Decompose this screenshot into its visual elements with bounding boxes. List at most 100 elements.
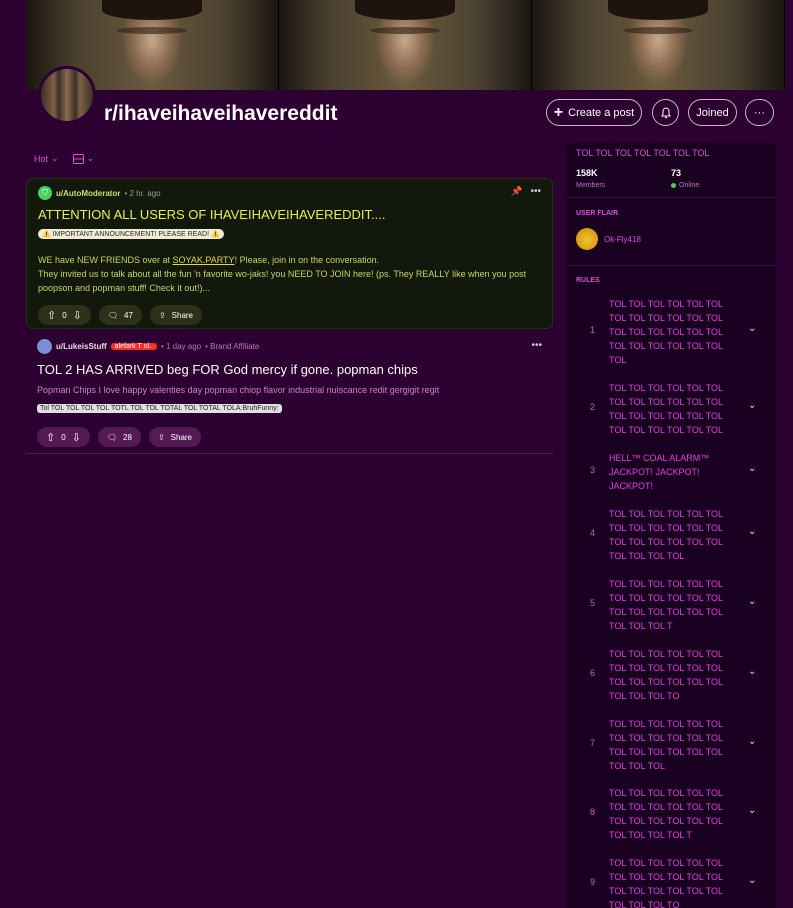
post-flair[interactable]: Tol TOL TOL TOL TOL TOTL TOL TOL TOTAL T… [37,404,282,413]
post-title[interactable]: TOL 2 HAS ARRIVED beg FOR God mercy if g… [37,362,418,377]
chevron-down-icon: ⌄ [748,400,757,411]
downvote-icon[interactable]: ⇩ [72,431,81,444]
rule-text: TOL TOL TOL TOL TOL TOL TOL TOL TOL TOL … [609,788,723,840]
chevron-down-icon: ⌄ [748,736,757,747]
comment-count: 28 [123,432,132,442]
notifications-button[interactable] [652,99,679,126]
rule-number: 2 [590,402,596,412]
online-stat: 73 Online [671,168,699,189]
rule-text: TOL TOL TOL TOL TOL TOL TOL TOL TOL TOL … [609,858,723,908]
sort-bar: Hot ⌄ ⌄ [34,153,94,164]
online-dot-icon [671,183,676,188]
shield-icon: ⛉ [38,186,52,200]
user-flair-preview[interactable]: Ok-Fly418 [576,228,641,250]
community-banner [26,0,785,90]
chevron-down-icon: ⌄ [748,875,757,886]
post-body: WE have NEW FRIENDS over at SOYAK.PARTY!… [38,253,543,295]
vote-control: ⇧ 0 ⇩ [38,305,91,325]
pin-icon: 📌 [511,186,523,196]
upvote-icon[interactable]: ⇧ [46,431,55,444]
rule-text: TOL TOL TOL TOL TOL TOL TOL TOL TOL TOL … [609,649,723,701]
card-view-icon [72,153,84,164]
online-indicator: Online [671,182,699,189]
share-icon: ⇪ [157,432,165,442]
chevron-down-icon: ⌄ [51,153,59,163]
rule-number: 5 [590,598,596,608]
body-text: ! Please, join in on the conversation. [234,255,380,265]
share-icon: ⇪ [158,310,166,320]
snoo-avatar-icon [576,228,598,250]
body-text: WE have NEW FRIENDS over at [38,255,173,265]
chevron-down-icon: ⌄ [748,526,757,537]
subreddit-name: r/ihaveihaveihavereddit [104,102,338,125]
chevron-down-icon: ⌄ [748,666,757,677]
upvote-icon[interactable]: ⇧ [47,309,56,322]
post-card[interactable]: u/LukeisStuff alefark T ol.. • 1 day ago… [26,333,553,454]
vote-control: ⇧ 0 ⇩ [37,427,90,447]
sidebar-title: TOL TOL TOL TOL TOL TOL TOL [576,148,710,158]
post-options: ••• [531,340,542,351]
create-post-label: Create a post [568,106,635,119]
rules-heading: RULES [576,277,600,284]
share-label: Share [170,432,193,442]
plus-icon: + [553,103,564,121]
comment-icon: 🗨 [107,310,119,320]
rule-number: 9 [590,877,596,887]
comment-count: 47 [124,310,133,320]
members-stat: 158K Members [576,168,605,189]
rule-text: TOL TOL TOL TOL TOL TOL TOL TOL TOL TOL … [609,383,724,435]
rule-text: TOL TOL TOL TOL TOL TOL TOL TOL TOL TOL … [609,299,723,365]
rule-text: TOL TOL TOL TOL TOL TOL TOL TOL TOL TOL … [609,719,723,771]
community-sidebar: TOL TOL TOL TOL TOL TOL TOL 158K Members… [566,143,776,908]
post-author[interactable]: u/AutoModerator [56,189,120,198]
chevron-down-icon: ⌄ [748,805,757,816]
more-icon[interactable]: ••• [531,340,542,351]
soyak-party-link[interactable]: SOYAK.PARTY [173,255,235,265]
chevron-down-icon: ⌄ [748,463,757,474]
sort-dropdown[interactable]: Hot ⌄ [34,153,59,164]
divider [566,265,776,266]
more-icon[interactable]: ••• [530,186,541,197]
members-label: Members [576,182,606,189]
post-meta: ⛉ u/AutoModerator • 2 hr. ago [38,186,161,200]
rule-text: TOL TOL TOL TOL TOL TOL TOL TOL TOL TOL … [609,579,723,631]
post-actions: ⇧ 0 ⇩ 🗨 47 ⇪ Share [38,305,203,325]
banner-image-tile [532,0,785,90]
members-count: 158K [576,168,598,178]
comment-icon: 🗨 [106,432,118,442]
divider [566,197,776,198]
share-button[interactable]: ⇪ Share [148,427,202,447]
more-options-button[interactable]: ··· [745,99,774,126]
comments-button[interactable]: 🗨 28 [97,427,141,447]
vote-count: 0 [62,310,67,320]
post-flair[interactable]: ⚠️ IMPORTANT ANNOUNCEMENT! PLEASE READ! … [38,229,224,239]
body-text: They invited us to talk about all the fu… [38,269,527,293]
online-label: Online [679,182,700,189]
user-avatar-icon [37,339,52,354]
online-count: 73 [671,168,682,178]
post-author[interactable]: u/LukeisStuff [56,342,107,351]
comments-button[interactable]: 🗨 47 [98,305,142,325]
rule-number: 7 [590,738,596,748]
post-options: 📌 ••• [511,186,541,197]
rule-number: 4 [590,528,596,538]
rule-text: TOL TOL TOL TOL TOL TOL TOL TOL TOL TOL … [609,509,723,561]
share-button[interactable]: ⇪ Share [149,305,203,325]
user-flair-name: Ok-Fly418 [604,234,641,244]
joined-button[interactable]: Joined [688,99,737,126]
chevron-down-icon: ⌄ [748,596,757,607]
post-time: • 1 day ago [160,342,202,351]
post-card[interactable]: ⛉ u/AutoModerator • 2 hr. ago 📌 ••• ATTE… [26,178,553,329]
post-time: • 2 hr. ago [124,188,161,198]
user-flair: alefark T ol.. [110,343,157,350]
banner-image-tile [279,0,532,90]
downvote-icon[interactable]: ⇩ [73,309,82,322]
sort-label: Hot [34,153,49,164]
rule-text: HELL™ COAL ALARM™ JACKPOT! JACKPOT! JACK… [609,453,710,491]
create-post-button[interactable]: + Create a post [546,99,642,126]
chevron-down-icon: ⌄ [86,153,95,163]
rule-number: 3 [590,465,596,475]
post-title[interactable]: ATTENTION ALL USERS OF IHAVEIHAVEIHAVERE… [38,207,385,222]
rule-number: 6 [590,668,596,678]
view-dropdown[interactable]: ⌄ [72,153,95,164]
